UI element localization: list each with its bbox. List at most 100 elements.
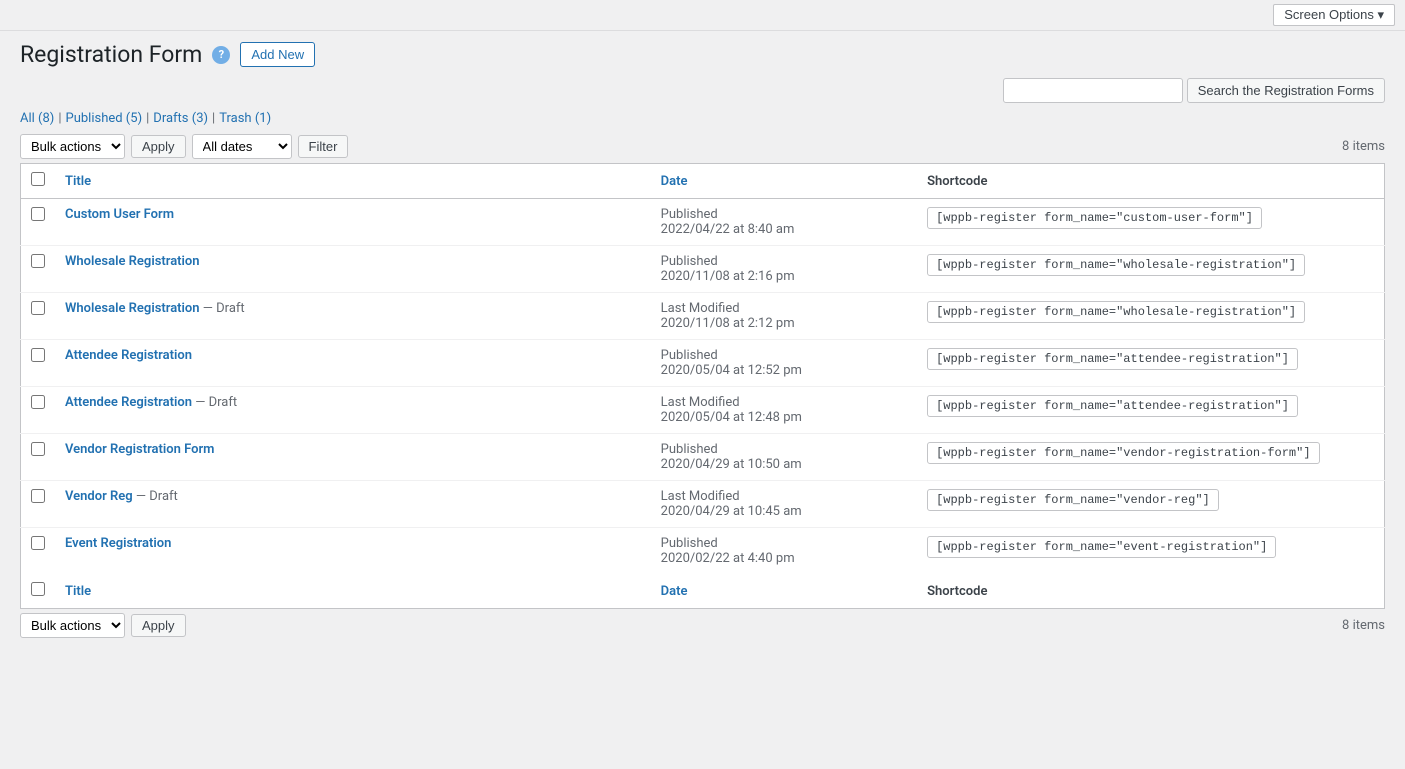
top-tablenav: Bulk actions Apply All dates Filter 8 it… [20,134,1385,159]
row-checkbox-cell [21,481,56,528]
select-all-checkbox[interactable] [31,172,45,186]
row-title-cell: Vendor Reg — Draft [55,481,651,528]
select-all-checkbox-bottom[interactable] [31,582,45,596]
apply-button-top[interactable]: Apply [131,135,186,158]
row-date-cell: Published2022/04/22 at 8:40 am [651,199,917,246]
shortcode-badge: [wppb-register form_name="vendor-registr… [927,442,1319,464]
shortcode-badge: [wppb-register form_name="custom-user-fo… [927,207,1262,229]
filter-trash-link[interactable]: Trash (1) [219,111,271,126]
row-shortcode-cell: [wppb-register form_name="wholesale-regi… [917,293,1384,340]
table-row: Vendor Registration Form Published2020/04… [21,434,1385,481]
shortcode-column-footer: Shortcode [917,574,1384,609]
row-checkbox[interactable] [31,536,45,550]
search-box: Search the Registration Forms [1003,78,1385,103]
row-checkbox[interactable] [31,254,45,268]
row-shortcode-cell: [wppb-register form_name="vendor-reg"] [917,481,1384,528]
form-title-link[interactable]: Wholesale Registration [65,301,200,316]
filter-button-top[interactable]: Filter [298,135,349,158]
row-date: 2020/02/22 at 4:40 pm [661,551,795,566]
draft-label: — Draft [133,489,178,504]
row-date-cell: Published2020/05/04 at 12:52 pm [651,340,917,387]
bulk-actions-select-top[interactable]: Bulk actions [20,134,125,159]
title-column-footer: Title [55,574,651,609]
date-column-header: Date [651,164,917,199]
screen-options-bar: Screen Options ▾ [0,0,1405,31]
row-checkbox-cell [21,293,56,340]
row-title-cell: Attendee Registration [55,340,651,387]
help-icon[interactable]: ? [212,46,230,64]
row-status: Published [661,348,718,363]
shortcode-badge: [wppb-register form_name="attendee-regis… [927,395,1298,417]
row-checkbox[interactable] [31,301,45,315]
shortcode-badge: [wppb-register form_name="wholesale-regi… [927,301,1305,323]
date-column-footer: Date [651,574,917,609]
form-title-link[interactable]: Vendor Reg [65,489,133,504]
title-sort-link-bottom[interactable]: Title [65,584,91,599]
items-count-top: 8 items [1342,139,1385,154]
row-status: Last Modified [661,489,740,504]
row-status: Last Modified [661,395,740,410]
row-checkbox[interactable] [31,348,45,362]
row-date-cell: Published2020/04/29 at 10:50 am [651,434,917,481]
add-new-button[interactable]: Add New [240,42,315,67]
row-checkbox-cell [21,434,56,481]
row-status: Last Modified [661,301,740,316]
search-button[interactable]: Search the Registration Forms [1187,78,1385,103]
filter-published-link[interactable]: Published (5) [66,111,143,126]
row-title-cell: Wholesale Registration [55,246,651,293]
table-row: Attendee Registration Published2020/05/04… [21,340,1385,387]
row-title-cell: Attendee Registration — Draft [55,387,651,434]
row-checkbox[interactable] [31,442,45,456]
row-status: Published [661,207,718,222]
row-status: Published [661,442,718,457]
screen-options-button[interactable]: Screen Options ▾ [1273,4,1395,26]
table-row: Attendee Registration — DraftLast Modifi… [21,387,1385,434]
table-row: Wholesale Registration Published2020/11/0… [21,246,1385,293]
row-date-cell: Last Modified2020/04/29 at 10:45 am [651,481,917,528]
row-checkbox[interactable] [31,395,45,409]
select-all-footer [21,574,56,609]
draft-label: — Draft [192,395,237,410]
search-input[interactable] [1003,78,1183,103]
page-header: Registration Form ? Add New [20,41,1385,68]
row-status: Published [661,536,718,551]
dates-select-top[interactable]: All dates [192,134,292,159]
row-title-cell: Wholesale Registration — Draft [55,293,651,340]
title-column-header: Title [55,164,651,199]
title-sort-link[interactable]: Title [65,174,91,189]
form-title-link[interactable]: Attendee Registration [65,395,192,410]
row-date: 2020/05/04 at 12:48 pm [661,410,802,425]
bottom-tablenav: Bulk actions Apply 8 items [20,613,1385,638]
row-date: 2020/11/08 at 2:16 pm [661,269,795,284]
row-title-cell: Custom User Form [55,199,651,246]
form-title-link[interactable]: Event Registration [65,536,171,551]
date-sort-link-bottom[interactable]: Date [661,584,688,599]
row-date-cell: Published2020/11/08 at 2:16 pm [651,246,917,293]
row-checkbox-cell [21,528,56,575]
date-sort-link[interactable]: Date [661,174,688,189]
draft-label: — Draft [200,301,245,316]
filter-drafts-link[interactable]: Drafts (3) [153,111,208,126]
apply-button-bottom[interactable]: Apply [131,614,186,637]
row-shortcode-cell: [wppb-register form_name="vendor-registr… [917,434,1384,481]
filter-all-link[interactable]: All (8) [20,111,54,126]
form-title-link[interactable]: Wholesale Registration [65,254,200,269]
row-shortcode-cell: [wppb-register form_name="custom-user-fo… [917,199,1384,246]
search-row: Search the Registration Forms [20,78,1385,103]
row-status: Published [661,254,718,269]
shortcode-badge: [wppb-register form_name="attendee-regis… [927,348,1298,370]
row-title-cell: Event Registration [55,528,651,575]
row-checkbox[interactable] [31,489,45,503]
row-shortcode-cell: [wppb-register form_name="event-registra… [917,528,1384,575]
select-all-header [21,164,56,199]
row-date: 2020/05/04 at 12:52 pm [661,363,802,378]
row-shortcode-cell: [wppb-register form_name="wholesale-regi… [917,246,1384,293]
row-shortcode-cell: [wppb-register form_name="attendee-regis… [917,340,1384,387]
form-title-link[interactable]: Attendee Registration [65,348,192,363]
row-date-cell: Last Modified2020/05/04 at 12:48 pm [651,387,917,434]
bulk-actions-select-bottom[interactable]: Bulk actions [20,613,125,638]
form-title-link[interactable]: Custom User Form [65,207,174,222]
form-title-link[interactable]: Vendor Registration Form [65,442,214,457]
row-checkbox[interactable] [31,207,45,221]
row-title-cell: Vendor Registration Form [55,434,651,481]
